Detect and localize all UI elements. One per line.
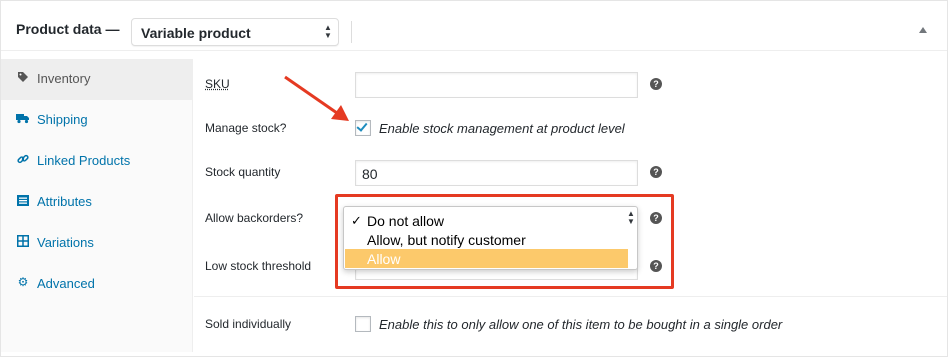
product-type-value: Variable product xyxy=(141,25,251,41)
low-stock-label: Low stock threshold xyxy=(205,259,312,273)
highlight-box xyxy=(335,194,674,289)
product-data-tabs: Inventory Shipping Linked Products Attri… xyxy=(1,59,193,352)
panel-title: Product data — xyxy=(16,21,120,37)
stock-quantity-input[interactable]: 80 xyxy=(355,160,638,186)
backorders-label: Allow backorders? xyxy=(205,211,304,225)
checkmark-icon xyxy=(356,120,368,132)
tab-advanced[interactable]: ⚙ Advanced xyxy=(1,264,192,305)
product-type-select[interactable]: Variable product ▲ ▼ xyxy=(131,18,339,46)
tab-label: Variations xyxy=(37,235,94,250)
manage-stock-description: Enable stock management at product level xyxy=(379,121,625,136)
manage-stock-checkbox[interactable] xyxy=(355,120,371,136)
select-arrows-icon: ▲ ▼ xyxy=(324,23,332,40)
tab-label: Shipping xyxy=(37,112,88,127)
panel-header: Product data — Variable product ▲ ▼ xyxy=(1,1,947,51)
gear-icon: ⚙ xyxy=(17,275,29,289)
truck-icon xyxy=(16,111,30,125)
collapse-toggle-icon[interactable] xyxy=(919,27,927,33)
sold-individually-label: Sold individually xyxy=(205,317,292,331)
stock-quantity-value: 80 xyxy=(362,166,378,182)
section-divider xyxy=(194,296,947,297)
tab-inventory[interactable]: Inventory xyxy=(1,59,192,100)
tab-label: Advanced xyxy=(37,276,95,291)
manage-stock-label: Manage stock? xyxy=(205,121,287,135)
sku-help-icon[interactable]: ? xyxy=(650,78,662,90)
tab-linked-products[interactable]: Linked Products xyxy=(1,141,192,182)
tab-label: Inventory xyxy=(37,71,91,86)
annotation-arrow-icon xyxy=(284,75,349,121)
sold-individually-description: Enable this to only allow one of this it… xyxy=(379,317,783,332)
tab-label: Linked Products xyxy=(37,153,131,168)
sku-input[interactable] xyxy=(355,72,638,98)
tag-icon xyxy=(16,70,30,84)
stock-quantity-label: Stock quantity xyxy=(205,165,281,179)
sold-individually-checkbox[interactable] xyxy=(355,316,371,332)
tab-shipping[interactable]: Shipping xyxy=(1,100,192,141)
stock-quantity-help-icon[interactable]: ? xyxy=(650,166,662,178)
grid-icon xyxy=(16,234,30,248)
tab-label: Attributes xyxy=(37,194,92,209)
sku-label: SKU xyxy=(205,77,230,91)
tab-variations[interactable]: Variations xyxy=(1,223,192,264)
tab-attributes[interactable]: Attributes xyxy=(1,182,192,223)
list-icon xyxy=(16,193,30,207)
header-divider xyxy=(351,21,352,43)
product-data-panel: Product data — Variable product ▲ ▼ Inven… xyxy=(0,0,948,357)
link-icon xyxy=(16,152,30,166)
